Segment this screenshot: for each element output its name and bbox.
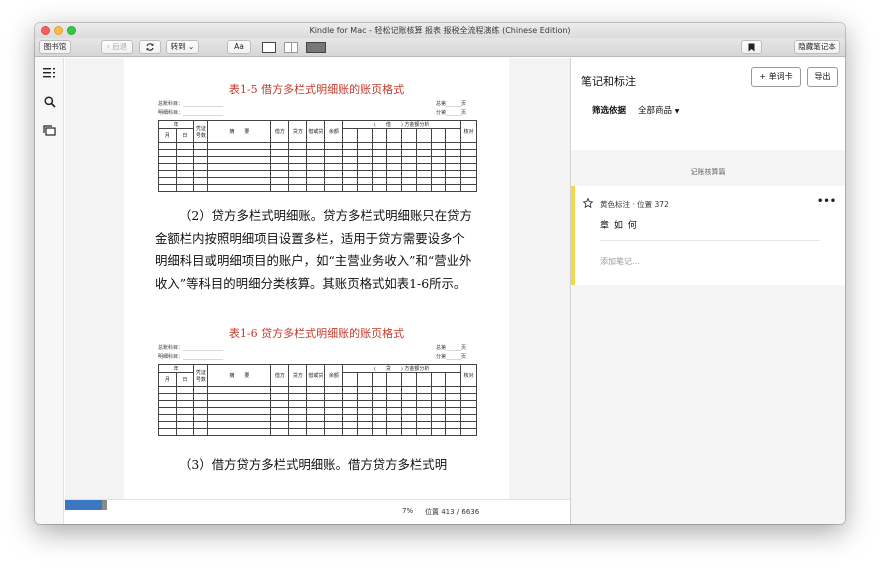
sync-icon [146,43,154,51]
credit-header: 贷方 [288,120,308,143]
back-button[interactable]: ‹ 后退 [101,40,133,54]
total-page-label: 总第______页 [436,101,467,107]
check-header: 核对 [460,120,477,143]
kindle-window: Kindle for Mac - 轻松记账核算 报表 报税全流程演练 (Chin… [35,23,845,524]
export-button[interactable]: 导出 [807,67,838,87]
add-note-field[interactable]: 添加笔记... [600,256,640,267]
goto-label: 转到 [170,42,186,51]
year-header: 年 [157,120,195,129]
highlight-text: 章 如 何 [600,221,638,231]
more-options-icon[interactable]: ••• [817,196,836,207]
general-account-label-2: 总账科目：________________ [158,345,224,351]
year-header: 年 [157,364,195,373]
filter-label: 筛选依据 [592,106,627,116]
total-page-label-2: 总第______页 [436,345,467,351]
minimize-window-button[interactable] [54,26,63,35]
desktop: Kindle for Mac - 轻松记账核算 报表 报税全流程演练 (Chin… [0,0,880,570]
analysis-header: ( 贷 ) 方金额分析 [342,364,461,373]
sub-page-label-2: 分第______页 [436,354,467,360]
progress-fill [65,500,102,510]
balance-header: 余额 [324,364,344,387]
day-header: 日 [175,128,195,143]
star-icon[interactable] [583,198,593,208]
debit-or-credit-header: 借或贷 [306,120,326,143]
check-header: 核对 [460,364,477,387]
reading-pane: 表1-5 借方多栏式明细账的账页格式 总账科目：________________… [65,58,600,524]
highlight-card[interactable]: 黄色标注 · 位置 372 ••• 章 如 何 添加笔记... [571,186,845,285]
progress-thumb[interactable] [102,500,107,510]
ledger-table-1-6: 年 凭证号数 摘 要 借方 贷方 借或贷 余额 ( 贷 ) 方金额分析 核对 月… [157,364,477,436]
general-account-label: 总账科目：________________ [158,101,224,107]
analysis-header: ( 借 ) 方金额分析 [342,120,461,129]
flashcards-icon[interactable] [43,125,56,136]
filter-value: 全部商品 [638,106,673,116]
filter-dropdown[interactable]: 全部商品 ▼ [638,104,679,116]
sub-page-label: 分第______页 [436,110,467,116]
notebook-header: 笔记和标注 + 单词卡 导出 筛选依据 全部商品 ▼ [571,58,845,150]
book-page[interactable]: 表1-5 借方多栏式明细账的账页格式 总账科目：________________… [124,58,509,499]
debit-header: 借方 [270,120,290,143]
paragraph-credit-multicolumn: （2）贷方多栏式明细账。贷方多栏式明细账只在贷方金额栏内按照明细项目设置多栏，适… [155,208,472,291]
chevron-down-icon: ⌄ [185,42,195,51]
bookmark-button[interactable] [741,40,762,54]
toolbar: 图书馆 ‹ 后退 转到 ⌄ Aa 隐藏笔记本 [35,38,845,57]
paragraph-debit-credit-multicolumn: （3）借方贷方多栏式明细账。借方贷方多栏式明 [179,457,448,472]
flashcard-view-icon[interactable] [306,42,326,53]
back-label: 后退 [112,42,128,51]
library-button[interactable]: 图书馆 [39,40,71,54]
flashcards-button[interactable]: + 单词卡 [751,67,801,87]
card-divider [600,240,820,241]
hide-notebook-button[interactable]: 隐藏笔记本 [794,40,840,54]
credit-header: 贷方 [288,364,308,387]
ledger-table-1-5: 年 凭证号数 摘 要 借方 贷方 借或贷 余额 ( 借 ) 方金额分析 核对 月… [157,120,477,192]
summary-header: 摘 要 [207,120,272,143]
close-window-button[interactable] [41,26,50,35]
chapter-section-header: 记账核算篇 [690,168,726,176]
progress-bar[interactable]: 7% 位置 413 / 6636 [65,499,600,524]
caret-down-icon: ▼ [674,108,680,115]
notebook-title: 笔记和标注 [581,75,636,88]
zoom-window-button[interactable] [67,26,76,35]
voucher-header: 凭证号数 [193,364,209,387]
window-title: Kindle for Mac - 轻松记账核算 报表 报税全流程演练 (Chin… [309,26,571,35]
detail-account-label-2: 明细科目：________________ [158,354,224,360]
balance-header: 余额 [324,120,344,143]
summary-header: 摘 要 [207,364,272,387]
day-header: 日 [175,372,195,387]
location-indicator: 位置 413 / 6636 [425,508,480,516]
table-of-contents-icon[interactable] [43,67,56,78]
table-1-5-title: 表1-5 借方多栏式明细账的账页格式 [228,83,405,96]
debit-header: 借方 [270,364,290,387]
table-1-6-title: 表1-6 贷方多栏式明细账的账页格式 [228,327,405,340]
bookmark-icon [748,43,755,51]
search-icon[interactable] [44,96,56,108]
percent-read: 7% [402,507,414,515]
goto-menu-button[interactable]: 转到 ⌄ [166,40,199,54]
voucher-header: 凭证号数 [193,120,209,143]
debit-or-credit-header: 借或贷 [306,364,326,387]
left-sidebar [35,58,64,524]
two-column-icon[interactable] [284,42,298,53]
single-column-icon[interactable] [262,42,276,53]
detail-account-label: 明细科目：________________ [158,110,224,116]
title-bar: Kindle for Mac - 轻松记账核算 报表 报税全流程演练 (Chin… [35,23,845,38]
font-settings-button[interactable]: Aa [227,40,251,54]
notebook-panel: 笔记和标注 + 单词卡 导出 筛选依据 全部商品 ▼ 记账核算篇 黄色标注 · … [570,58,845,524]
highlight-meta: 黄色标注 · 位置 372 [600,200,669,209]
month-header: 月 [158,128,177,143]
month-header: 月 [158,372,177,387]
sync-button[interactable] [139,40,161,54]
